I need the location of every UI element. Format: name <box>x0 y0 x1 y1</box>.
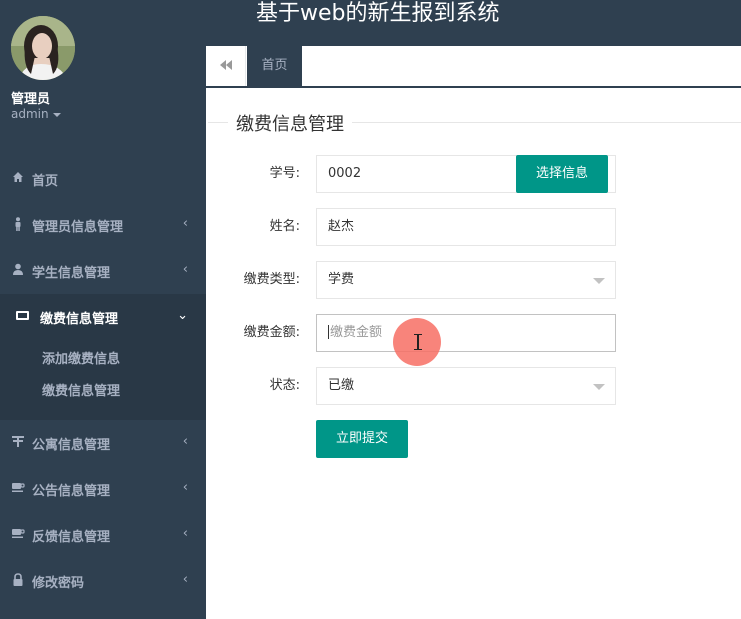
tab-bar: 首页 <box>206 46 741 88</box>
sidebar-subitem-add-payment[interactable]: 添加缴费信息 <box>0 344 206 376</box>
monitor-icon <box>15 309 29 323</box>
chevron-left-icon: ‹ <box>182 526 188 541</box>
sidebar-item-feedback-info[interactable]: 反馈信息管理 ‹ <box>0 512 206 558</box>
sidebar-item-label: 缴费信息管理 <box>40 312 119 327</box>
home-icon <box>11 171 25 185</box>
tab-scroll-left-button[interactable] <box>206 46 246 86</box>
sidebar-nav: 首页 管理员信息管理 ‹ 学生信息管理 ‹ 缴费信息管理 ⌄ 添加缴费信息 缴费… <box>0 156 206 604</box>
chevron-left-icon: ‹ <box>182 572 188 587</box>
chevron-down-icon: ⌄ <box>177 308 188 323</box>
fee-type-row: 缴费类型: 学费 <box>206 261 741 299</box>
chevron-left-icon: ‹ <box>182 216 188 231</box>
sidebar-item-change-password[interactable]: 修改密码 ‹ <box>0 558 206 604</box>
avatar[interactable] <box>11 16 75 80</box>
user-name: 管理员 <box>11 92 51 107</box>
status-label: 状态: <box>269 378 300 393</box>
user-role-label: admin <box>11 107 49 121</box>
caret-down-icon <box>593 384 605 390</box>
sidebar-item-notice-info[interactable]: 公告信息管理 ‹ <box>0 466 206 512</box>
fee-type-label: 缴费类型: <box>243 272 300 287</box>
double-chevron-left-icon <box>219 60 232 70</box>
sidebar-subitem-payment-manage[interactable]: 缴费信息管理 <box>0 376 206 408</box>
caret-down-icon <box>52 112 61 117</box>
coffee-icon <box>11 481 25 495</box>
sidebar-item-label: 公告信息管理 <box>32 484 111 499</box>
sidebar-item-payment-info[interactable]: 缴费信息管理 ⌄ <box>0 294 206 340</box>
form-legend: 缴费信息管理 <box>228 110 352 136</box>
fee-type-select[interactable]: 学费 <box>316 261 616 299</box>
sidebar-item-dorm-info[interactable]: 公寓信息管理 ‹ <box>0 420 206 466</box>
lock-icon <box>11 573 25 587</box>
sidebar: 管理员 admin 首页 管理员信息管理 ‹ 学生信息管理 ‹ 缴费信息管理 ⌄ <box>0 0 206 619</box>
status-row: 状态: 已缴 <box>206 367 741 405</box>
status-value: 已缴 <box>328 378 355 393</box>
sidebar-item-label: 学生信息管理 <box>32 266 111 281</box>
amount-row: 缴费金额: 缴费金额 <box>206 314 741 352</box>
avatar-image <box>11 16 75 80</box>
fee-type-value: 学费 <box>328 272 355 287</box>
building-icon <box>11 435 25 449</box>
sidebar-item-label: 管理员信息管理 <box>32 220 124 235</box>
user-role-dropdown[interactable]: admin <box>11 107 61 121</box>
amount-label: 缴费金额: <box>243 325 300 340</box>
male-icon <box>11 217 25 231</box>
main-content: 缴费信息管理 学号: 0002 选择信息 姓名: 赵杰 缴费类型: 学费 缴费金… <box>206 90 741 619</box>
caret-down-icon <box>593 278 605 284</box>
sidebar-item-student-info[interactable]: 学生信息管理 ‹ <box>0 248 206 294</box>
sidebar-item-label: 首页 <box>32 174 59 189</box>
name-input[interactable]: 赵杰 <box>316 208 616 246</box>
name-label: 姓名: <box>269 219 300 234</box>
app-title: 基于web的新生报到系统 <box>256 1 500 26</box>
sidebar-item-admin-info[interactable]: 管理员信息管理 ‹ <box>0 202 206 248</box>
user-icon <box>11 263 25 277</box>
sidebar-item-label: 公寓信息管理 <box>32 438 111 453</box>
student-id-label: 学号: <box>269 166 300 181</box>
chevron-left-icon: ‹ <box>182 262 188 277</box>
chevron-left-icon: ‹ <box>182 480 188 495</box>
status-select[interactable]: 已缴 <box>316 367 616 405</box>
sidebar-item-label: 修改密码 <box>32 576 85 591</box>
sidebar-submenu: 添加缴费信息 缴费信息管理 <box>0 340 206 420</box>
coffee-icon <box>11 527 25 541</box>
ibeam-cursor-icon <box>414 334 422 350</box>
select-info-button[interactable]: 选择信息 <box>516 155 608 193</box>
sidebar-item-home[interactable]: 首页 <box>0 156 206 202</box>
amount-input[interactable]: 缴费金额 <box>316 314 616 352</box>
name-row: 姓名: 赵杰 <box>206 208 741 246</box>
student-id-row: 学号: 0002 选择信息 <box>206 155 741 193</box>
sidebar-item-label: 反馈信息管理 <box>32 530 111 545</box>
amount-placeholder: 缴费金额 <box>330 325 383 340</box>
chevron-left-icon: ‹ <box>182 434 188 449</box>
tab-home[interactable]: 首页 <box>247 46 302 86</box>
submit-button[interactable]: 立即提交 <box>316 420 408 458</box>
text-caret <box>328 324 329 339</box>
